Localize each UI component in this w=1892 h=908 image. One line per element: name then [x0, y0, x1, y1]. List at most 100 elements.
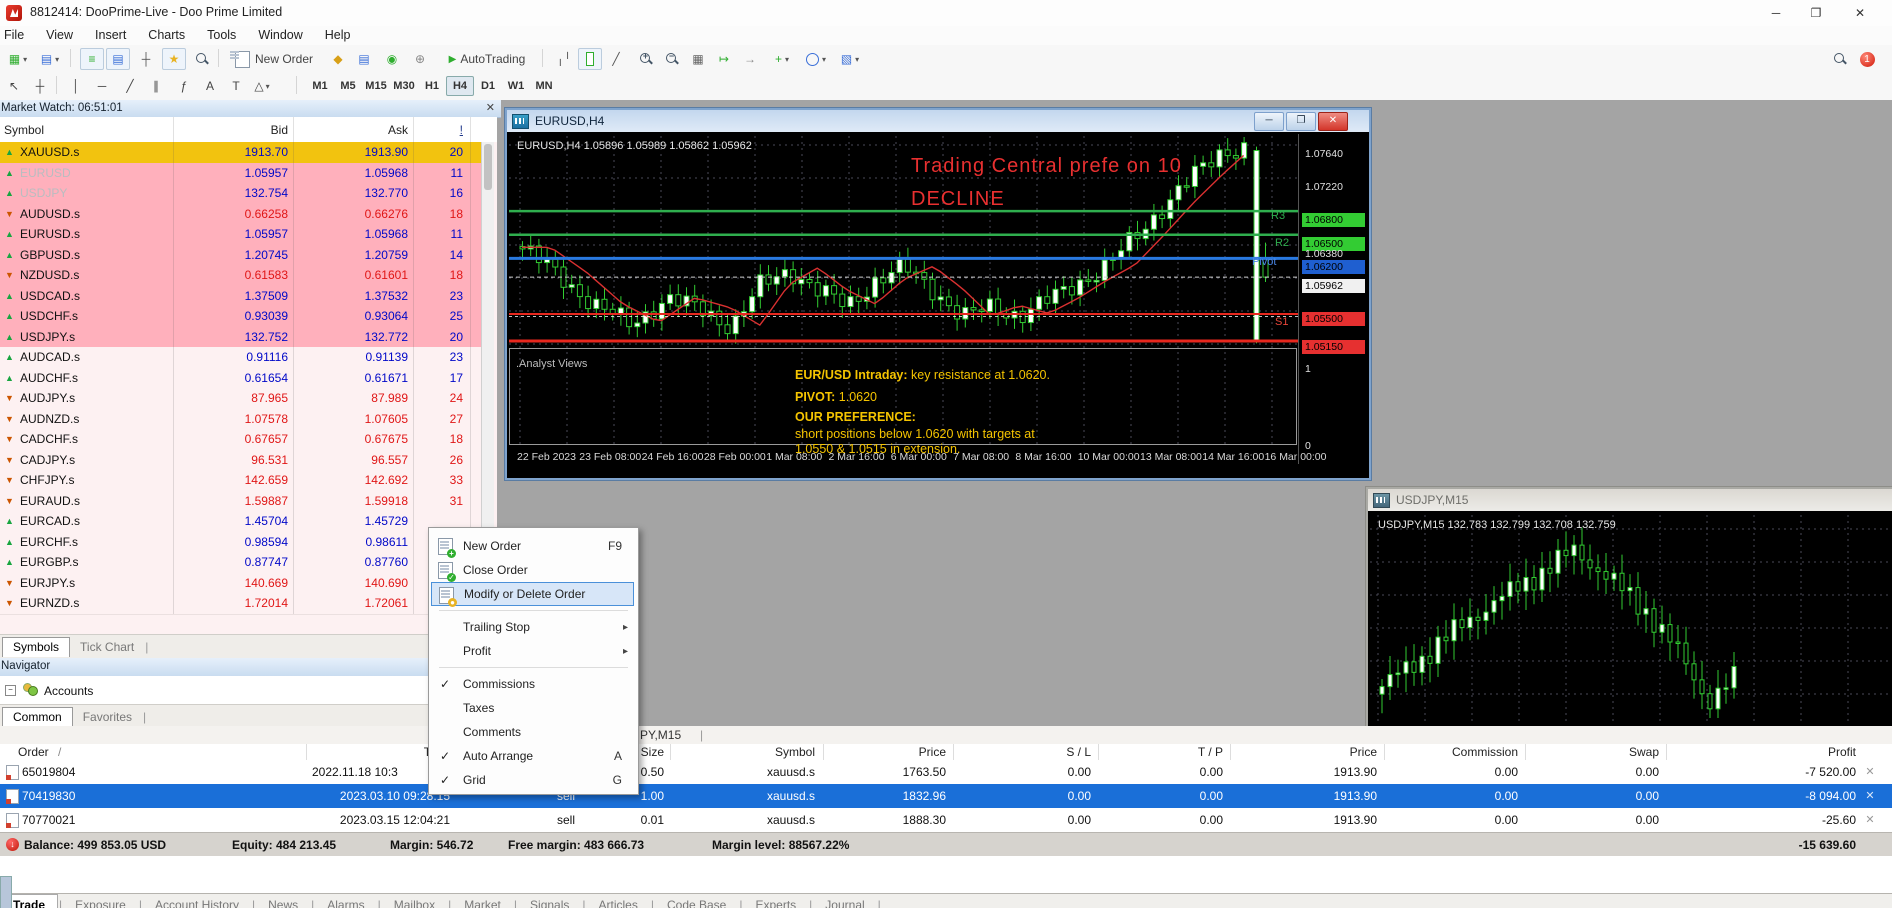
terminal-tab-alarms[interactable]: Alarms	[315, 895, 376, 908]
market-watch-row[interactable]: ▲AUDCHF.s0.616540.6167117	[0, 368, 481, 390]
terminal-tab-articles[interactable]: Articles	[587, 895, 650, 908]
menu-item-grid[interactable]: ✓GridG	[431, 768, 634, 792]
line-chart-mode-icon[interactable]: ╱	[604, 48, 628, 70]
channel-tool[interactable]: ∥	[144, 75, 168, 97]
text-label-tool[interactable]: T	[224, 75, 248, 97]
market-watch-row[interactable]: ▼EURNZD.s1.720141.72061	[0, 593, 481, 615]
menu-help[interactable]: Help	[314, 26, 362, 44]
dropdown-arrow-icon[interactable]: ▾	[855, 55, 859, 64]
order-row[interactable]: 704198302023.03.10 09:28:15sell1.00xauus…	[0, 784, 1892, 809]
new-order-button[interactable]: New Order	[228, 48, 320, 70]
menu-insert[interactable]: Insert	[84, 26, 137, 44]
notifications-button[interactable]: 1	[1856, 48, 1878, 70]
market-watch-row[interactable]: ▲USDCHF.s0.930390.9306425	[0, 306, 481, 328]
column-tp[interactable]: T / P	[1063, 744, 1223, 760]
menu-charts[interactable]: Charts	[137, 26, 196, 44]
scrollbar-thumb[interactable]	[484, 144, 492, 190]
dropdown-arrow-icon[interactable]: ▾	[785, 55, 789, 64]
menu-item-close-order[interactable]: ✓Close Order	[431, 558, 634, 582]
column-spread-ask[interactable]: Ask	[288, 117, 408, 142]
eurusd-price-axis[interactable]: 1.076401.072201.068001.065001.063801.062…	[1298, 134, 1366, 464]
menu-item-taxes[interactable]: Taxes	[431, 696, 634, 720]
notification-badge[interactable]: 1	[1860, 52, 1875, 67]
market-watch-row[interactable]: ▼NZDUSD.s0.615830.6160118	[0, 265, 481, 287]
column-symbol[interactable]: Symbol	[4, 117, 164, 142]
column-swap[interactable]: Swap	[1499, 744, 1659, 760]
data-window-toggle-icon[interactable]: ▤	[106, 48, 130, 70]
menu-file[interactable]: File	[0, 26, 35, 44]
timeframe-h1[interactable]: H1	[418, 76, 446, 96]
chart-shift-icon[interactable]: →	[738, 48, 762, 70]
menu-tools[interactable]: Tools	[196, 26, 247, 44]
market-watch-row[interactable]: ▲AUDCAD.s0.911160.9113923	[0, 347, 481, 369]
market-watch-row[interactable]: ▼AUDJPY.s87.96587.98924	[0, 388, 481, 410]
terminal-tab-code-base[interactable]: Code Base	[655, 895, 738, 908]
market-watch-row[interactable]: ▲EURUSD1.059571.0596811	[0, 163, 481, 185]
horizontal-line-tool[interactable]: ─	[90, 75, 114, 97]
column-price2[interactable]: Price	[1217, 744, 1377, 760]
terminal-tab-mailbox[interactable]: Mailbox	[382, 895, 447, 908]
terminal-tab-market[interactable]: Market	[452, 895, 513, 908]
market-watch-row[interactable]: ▲GBPUSD.s1.207451.2075914	[0, 245, 481, 267]
menu-item-commissions[interactable]: ✓Commissions	[431, 672, 634, 696]
market-watch-row[interactable]: ▲EURCHF.s0.985940.98611	[0, 532, 481, 554]
market-watch-row[interactable]: ▲USDJPY132.754132.77016	[0, 183, 481, 205]
autotrading-button[interactable]: ▶AutoTrading	[436, 48, 538, 70]
terminal-tab-journal[interactable]: Journal	[813, 895, 876, 908]
market-watch-toggle-icon[interactable]: ≡	[80, 48, 104, 70]
usdjpy-chart-window[interactable]: USDJPY,M15 USDJPY,M15 132.783 132.799 13…	[1366, 487, 1892, 729]
indicators-icon[interactable]: +▾	[766, 48, 798, 70]
zoom-out-icon[interactable]: −	[658, 48, 682, 70]
chart-close-button[interactable]: ✕	[1318, 112, 1348, 131]
tab-tick-chart[interactable]: Tick Chart	[70, 638, 144, 657]
menu-view[interactable]: View	[35, 26, 84, 44]
eurusd-window-titlebar[interactable]: EURUSD,H4 ─ ❐ ✕	[507, 110, 1369, 132]
tab-symbols[interactable]: Symbols	[2, 637, 70, 657]
timeframe-d1[interactable]: D1	[474, 76, 502, 96]
fibonacci-tool[interactable]: ƒ	[172, 75, 196, 97]
options-icon[interactable]: ⊕	[408, 48, 432, 70]
periods-icon[interactable]: ▾	[800, 48, 832, 70]
dropdown-arrow-icon[interactable]: ▾	[822, 55, 826, 64]
menu-item-trailing-stop[interactable]: Trailing Stop▸	[431, 615, 634, 639]
market-watch-row[interactable]: ▼AUDUSD.s0.662580.6627618	[0, 204, 481, 226]
eurusd-chart-window[interactable]: EURUSD,H4 ─ ❐ ✕ 1.076401.072201.068001.0…	[505, 108, 1371, 480]
timeframe-mn[interactable]: MN	[530, 76, 558, 96]
terminal-tab-signals[interactable]: Signals	[518, 895, 581, 908]
templates-icon[interactable]: ▧▾	[834, 48, 866, 70]
menu-item-auto-arrange[interactable]: ✓Auto ArrangeA	[431, 744, 634, 768]
column-order[interactable]: Order	[18, 744, 49, 760]
column-commission[interactable]: Commission	[1358, 744, 1518, 760]
dropdown-arrow-icon[interactable]: ▾	[23, 55, 27, 64]
cursor-tool[interactable]: ↖	[2, 75, 26, 97]
trendline-tool[interactable]: ╱	[118, 75, 142, 97]
menu-item-new-order[interactable]: +New OrderF9	[431, 534, 634, 558]
profiles-icon[interactable]: ▤▾	[36, 48, 64, 70]
terminal-table-header[interactable]: Order/TimeTypeSizeSymbolPriceS / LT / PP…	[0, 744, 1892, 761]
maximize-button[interactable]: ❐	[1796, 0, 1836, 26]
timeframe-m5[interactable]: M5	[334, 76, 362, 96]
shapes-tool[interactable]: △▾	[250, 75, 274, 97]
column-price[interactable]: Price	[786, 744, 946, 760]
timeframe-m1[interactable]: M1	[306, 76, 334, 96]
column-bid[interactable]: Bid	[168, 117, 288, 142]
tab-common[interactable]: Common	[2, 707, 73, 727]
market-watch-row[interactable]: ▼CADCHF.s0.676570.6767518	[0, 429, 481, 451]
dropdown-arrow-icon[interactable]: ▾	[266, 82, 270, 91]
crosshair-nav-icon[interactable]: ┼	[134, 48, 158, 70]
timeframe-h4[interactable]: H4	[446, 76, 474, 96]
menu-window[interactable]: Window	[247, 26, 313, 44]
market-watch-row[interactable]: ▼CADJPY.s96.53196.55726	[0, 450, 481, 472]
order-row[interactable]: 707700212023.03.15 12:04:21sell0.01xauus…	[0, 808, 1892, 833]
market-watch-row[interactable]: ▼EURAUD.s1.598871.5991831	[0, 491, 481, 513]
timeframe-m30[interactable]: M30	[390, 76, 418, 96]
dropdown-arrow-icon[interactable]: ▾	[55, 55, 59, 64]
zoom-in-icon[interactable]: +	[632, 48, 656, 70]
find-symbol-icon[interactable]	[190, 48, 214, 70]
market-watch-row[interactable]: ▼CHFJPY.s142.659142.69233	[0, 470, 481, 492]
navigator-header[interactable]: Navigator	[0, 658, 501, 677]
terminal-tab-exposure[interactable]: Exposure	[63, 895, 138, 908]
tree-expand-icon[interactable]: −	[5, 685, 16, 696]
market-watch-row[interactable]: ▲XAUUSD.s1913.701913.9020	[0, 142, 481, 164]
close-button[interactable]: ✕	[1840, 0, 1880, 26]
